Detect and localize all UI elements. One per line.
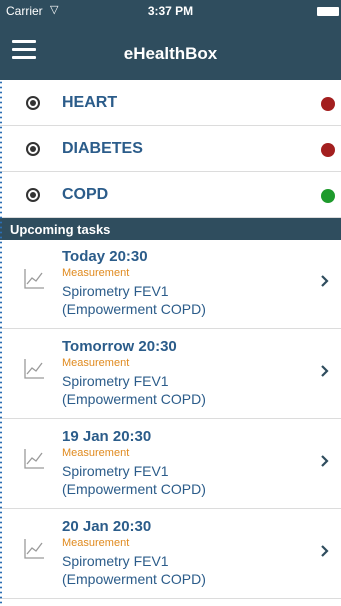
battery-icon [317,7,339,16]
task-type: Measurement [62,267,130,279]
status-dot-icon [321,143,335,157]
task-row[interactable]: Today 20:30 Measurement Spirometry FEV1 (… [0,240,341,329]
status-dot-icon [321,189,335,203]
task-type: Measurement [62,447,130,459]
task-row[interactable]: 20 Jan 20:30 Measurement Spirometry FEV1… [0,510,341,599]
radio-selected-icon [26,96,40,110]
condition-row-heart[interactable]: HEART [0,80,341,126]
task-name-line2: (Empowerment COPD) [62,391,206,407]
task-date: Today 20:30 [62,248,148,265]
task-name: Spirometry FEV1 (Empowerment COPD) [62,462,206,498]
line-chart-icon [24,449,44,469]
app-title: eHealthBox [123,44,218,63]
condition-row-copd[interactable]: COPD [0,172,341,218]
task-name-line1: Spirometry FEV1 [62,283,169,299]
task-name-line2: (Empowerment COPD) [62,301,206,317]
status-time: 3:37 PM [147,4,194,18]
left-edge-dotted-border [0,80,2,606]
nav-bar: eHealthBox [0,24,341,80]
chevron-right-icon [321,275,329,287]
task-name-line1: Spirometry FEV1 [62,553,169,569]
task-name-line2: (Empowerment COPD) [62,571,206,587]
line-chart-icon [24,539,44,559]
condition-label: HEART [62,94,118,111]
section-header-upcoming-tasks: Upcoming tasks [0,218,341,240]
status-bar: Carrier ▽ 3:37 PM [0,0,341,24]
condition-label: DIABETES [62,140,143,157]
condition-row-diabetes[interactable]: DIABETES [0,126,341,172]
status-dot-icon [321,97,335,111]
task-name-line2: (Empowerment COPD) [62,481,206,497]
task-type: Measurement [62,357,130,369]
task-name-line1: Spirometry FEV1 [62,463,169,479]
condition-label: COPD [62,186,109,203]
task-name: Spirometry FEV1 (Empowerment COPD) [62,282,206,318]
task-date: 20 Jan 20:30 [62,518,152,535]
chevron-right-icon [321,455,329,467]
task-date: 19 Jan 20:30 [62,428,152,445]
chevron-right-icon [321,365,329,377]
line-chart-icon [24,269,44,289]
task-name: Spirometry FEV1 (Empowerment COPD) [62,372,206,408]
task-name: Spirometry FEV1 (Empowerment COPD) [62,552,206,588]
task-row[interactable]: Tomorrow 20:30 Measurement Spirometry FE… [0,330,341,419]
task-name-line1: Spirometry FEV1 [62,373,169,389]
radio-selected-icon [26,142,40,156]
line-chart-icon [24,359,44,379]
task-date: Tomorrow 20:30 [62,338,177,355]
task-row[interactable]: 19 Jan 20:30 Measurement Spirometry FEV1… [0,420,341,509]
radio-selected-icon [26,188,40,202]
hamburger-line [12,40,36,43]
task-type: Measurement [62,537,130,549]
chevron-right-icon [321,545,329,557]
